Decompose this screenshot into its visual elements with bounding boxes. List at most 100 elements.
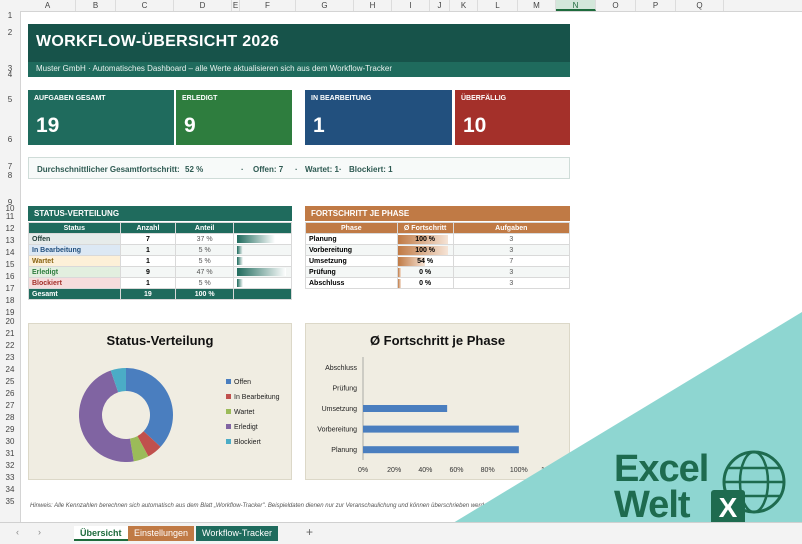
row-header-16[interactable]: 16 bbox=[0, 272, 20, 281]
status-cell: In Bearbeitung bbox=[28, 244, 121, 256]
row-header-20[interactable]: 20 bbox=[0, 317, 20, 326]
row-header-33[interactable]: 33 bbox=[0, 473, 20, 482]
row-header-31[interactable]: 31 bbox=[0, 449, 20, 458]
row-header-28[interactable]: 28 bbox=[0, 413, 20, 422]
row-header-26[interactable]: 26 bbox=[0, 389, 20, 398]
excel-welt-logo: Excel Welt X bbox=[614, 450, 794, 530]
pie-slice-offen[interactable] bbox=[126, 368, 173, 447]
kpi-label: ERLEDIGT bbox=[182, 95, 218, 102]
row-header-27[interactable]: 27 bbox=[0, 401, 20, 410]
status-table: Status Anzahl Anteil Offen 7 37 % In Bearbe… bbox=[28, 222, 293, 300]
column-header-D[interactable]: D bbox=[174, 0, 232, 11]
row-header-23[interactable]: 23 bbox=[0, 353, 20, 362]
scroll-right-icon[interactable]: › bbox=[38, 527, 41, 537]
kpi-value: 10 bbox=[463, 114, 487, 137]
row-header-6[interactable]: 6 bbox=[0, 135, 20, 144]
sheet-tab-workflow-tracker[interactable]: Workflow-Tracker bbox=[196, 526, 279, 541]
row-header-19[interactable]: 19 bbox=[0, 308, 20, 317]
x-tick-label: 20% bbox=[387, 467, 401, 474]
column-header-A[interactable]: A bbox=[20, 0, 76, 11]
column-header-P[interactable]: P bbox=[636, 0, 676, 11]
row-header-24[interactable]: 24 bbox=[0, 365, 20, 374]
column-header-I[interactable]: I bbox=[392, 0, 430, 11]
progress-value: 54 % bbox=[417, 257, 434, 265]
progress-label: Durchschnittlicher Gesamtfortschritt: bbox=[37, 165, 180, 174]
logo-word-2: Welt bbox=[614, 484, 691, 526]
row-header-7[interactable]: 7 bbox=[0, 162, 20, 171]
x-tick-label: 120% bbox=[541, 467, 559, 474]
logo-word-1: Excel bbox=[614, 448, 709, 490]
status-pie-chart[interactable]: Status-Verteilung Offen In Bearbeitung War… bbox=[28, 323, 292, 480]
column-header-G[interactable]: G bbox=[296, 0, 354, 11]
share-cell: 37 % bbox=[175, 233, 234, 245]
column-header-M[interactable]: M bbox=[518, 0, 556, 11]
row-header-5[interactable]: 5 bbox=[0, 95, 20, 104]
row-header-4[interactable]: 4 bbox=[0, 70, 20, 79]
bar-umsetzung[interactable] bbox=[363, 405, 448, 412]
x-tick-label: 80% bbox=[481, 467, 495, 474]
row-header-11[interactable]: 11 bbox=[0, 212, 20, 221]
progress-value: 100 % bbox=[415, 235, 436, 243]
row-header-32[interactable]: 32 bbox=[0, 461, 20, 470]
column-header-K[interactable]: K bbox=[450, 0, 478, 11]
row-header-21[interactable]: 21 bbox=[0, 329, 20, 338]
column-header-J[interactable]: J bbox=[430, 0, 450, 11]
bar-planung[interactable] bbox=[363, 446, 519, 454]
row-header-1[interactable]: 1 bbox=[0, 11, 20, 20]
row-header-18[interactable]: 18 bbox=[0, 296, 20, 305]
x-tick-label: 60% bbox=[449, 467, 463, 474]
add-sheet-icon[interactable]: + bbox=[306, 525, 313, 539]
row-header-12[interactable]: 12 bbox=[0, 224, 20, 233]
waiting-count: Wartet: 1 bbox=[305, 165, 339, 174]
count-cell: 1 bbox=[119, 244, 177, 256]
separator: · bbox=[295, 165, 298, 174]
sheet-tab-overview[interactable]: Übersicht bbox=[74, 526, 128, 541]
sheet-tab-bar: ‹ › Übersicht Einstellungen Workflow-Tra… bbox=[0, 522, 802, 544]
y-category-label: Vorbereitung bbox=[317, 427, 357, 434]
bar-vorbereitung[interactable] bbox=[363, 425, 519, 433]
row-header-13[interactable]: 13 bbox=[0, 236, 20, 245]
column-header-F[interactable]: F bbox=[240, 0, 296, 11]
column-header-E[interactable]: E bbox=[232, 0, 240, 11]
badge-letter: X bbox=[718, 492, 738, 523]
row-header-15[interactable]: 15 bbox=[0, 260, 20, 269]
row-header-29[interactable]: 29 bbox=[0, 425, 20, 434]
legend-label: Offen bbox=[234, 379, 251, 386]
share-cell: 5 % bbox=[175, 277, 234, 289]
column-header-C[interactable]: C bbox=[116, 0, 174, 11]
progress-cell: 0 % bbox=[396, 277, 454, 289]
overall-progress-line: Durchschnittlicher Gesamtfortschritt: 52… bbox=[28, 157, 570, 179]
column-header: Phase bbox=[305, 222, 398, 234]
column-header-Q[interactable]: Q bbox=[676, 0, 724, 11]
scroll-left-icon[interactable]: ‹ bbox=[16, 527, 19, 537]
status-cell: Offen bbox=[28, 233, 121, 245]
column-header-H[interactable]: H bbox=[354, 0, 392, 11]
row-header-30[interactable]: 30 bbox=[0, 437, 20, 446]
row-header-22[interactable]: 22 bbox=[0, 341, 20, 350]
legend-label: Wartet bbox=[234, 409, 254, 416]
column-header: Anzahl bbox=[119, 222, 177, 234]
legend-swatch bbox=[226, 439, 231, 444]
progress-cell: 100 % bbox=[396, 244, 454, 256]
sheet-tab-settings[interactable]: Einstellungen bbox=[128, 526, 195, 541]
legend-swatch bbox=[226, 409, 231, 414]
row-header-25[interactable]: 25 bbox=[0, 377, 20, 386]
table-row: Erledigt 9 47 % bbox=[28, 266, 293, 278]
phase-cell: Vorbereitung bbox=[305, 244, 398, 256]
row-header-34[interactable]: 34 bbox=[0, 485, 20, 494]
row-header-8[interactable]: 8 bbox=[0, 171, 20, 180]
table-row: Wartet 1 5 % bbox=[28, 255, 293, 267]
phase-cell: Planung bbox=[305, 233, 398, 245]
row-header-35[interactable]: 35 bbox=[0, 497, 20, 506]
count-cell: 1 bbox=[119, 277, 177, 289]
row-header-17[interactable]: 17 bbox=[0, 284, 20, 293]
column-header-N[interactable]: N bbox=[556, 0, 596, 11]
progress-cell: 100 % bbox=[396, 233, 454, 245]
row-header-2[interactable]: 2 bbox=[0, 28, 20, 37]
column-header-O[interactable]: O bbox=[596, 0, 636, 11]
row-header-14[interactable]: 14 bbox=[0, 248, 20, 257]
dashboard-subtitle-bar: Muster GmbH · Automatisches Dashboard – … bbox=[28, 62, 570, 77]
phase-bar-chart[interactable]: Ø Fortschritt je Phase 0% 20% 40% 60% 80% 100… bbox=[305, 323, 570, 480]
column-header-L[interactable]: L bbox=[478, 0, 518, 11]
column-header-B[interactable]: B bbox=[76, 0, 116, 11]
